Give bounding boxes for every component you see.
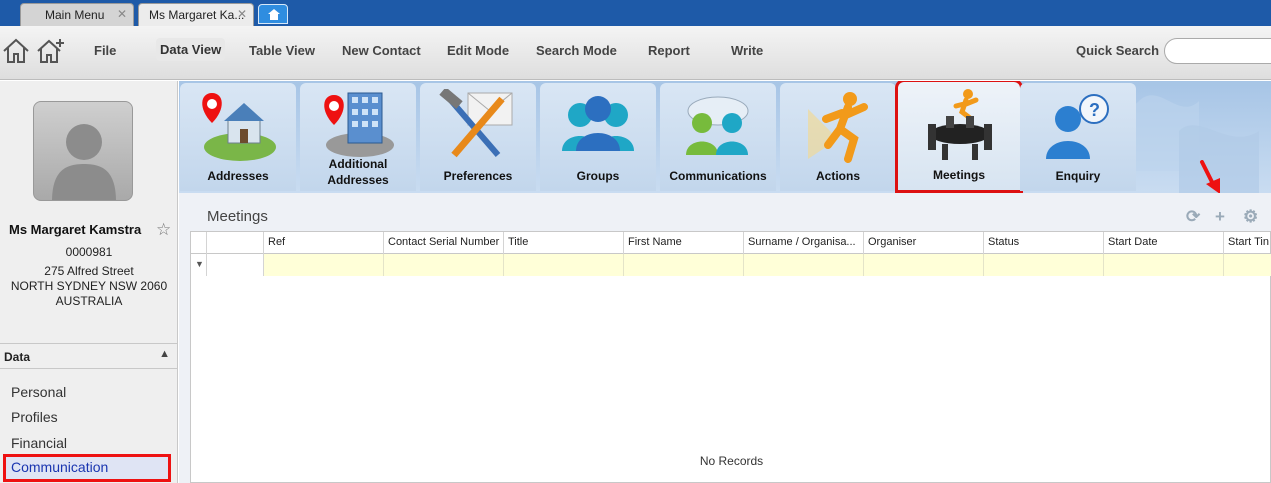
filter-cell-ref[interactable] <box>264 254 384 276</box>
column-header-surname[interactable]: Surname / Organisa... <box>744 232 864 254</box>
chevron-up-icon[interactable]: ▲ <box>159 348 170 360</box>
filter-select-cell <box>207 254 264 276</box>
menu-new-contact[interactable]: New Contact <box>342 43 421 58</box>
tab-main-menu-label: Main Menu <box>45 8 105 22</box>
menu-table-view[interactable]: Table View <box>249 43 315 58</box>
tab-contact-label: Ms Margaret Ka... <box>149 8 245 22</box>
sidebar-item-communication[interactable]: Communication <box>3 454 171 482</box>
person-silhouette-icon <box>52 124 116 200</box>
data-section-title: Data <box>4 350 31 364</box>
close-icon[interactable]: ✕ <box>117 7 127 21</box>
contact-country: AUSTRALIA <box>55 294 123 308</box>
meetings-grid: Ref Contact Serial Number Title First Na… <box>190 231 1271 483</box>
preferences-icon <box>439 89 513 158</box>
home-icon[interactable] <box>2 38 30 64</box>
avatar[interactable] <box>33 101 133 201</box>
module-additional-addresses[interactable]: Additional Addresses <box>300 83 416 191</box>
menu-search-mode[interactable]: Search Mode <box>536 43 617 58</box>
filter-row: ▼ <box>191 254 1271 276</box>
menu-edit-mode[interactable]: Edit Mode <box>447 43 509 58</box>
star-icon[interactable]: ☆ <box>156 220 171 240</box>
menu-data-view[interactable]: Data View <box>156 38 226 61</box>
column-header-title[interactable]: Title <box>504 232 624 254</box>
contact-name: Ms Margaret Kamstra <box>9 222 142 237</box>
column-header-contact-serial-number[interactable]: Contact Serial Number <box>384 232 504 254</box>
contact-address-line2: NORTH SYDNEY NSW 2060 <box>10 279 168 293</box>
filter-cell-title[interactable] <box>504 254 624 276</box>
column-header-start-date[interactable]: Start Date <box>1104 232 1224 254</box>
window-tab-strip: Main Menu ✕ Ms Margaret Ka... ✕ <box>0 0 1271 26</box>
module-ribbon: Addresses Additional Addresses Preferenc… <box>179 81 1271 193</box>
module-label: Preferences <box>443 169 513 183</box>
main-toolbar: File Data View Table View New Contact Ed… <box>0 26 1271 80</box>
module-label: Communications <box>669 169 767 183</box>
menu-write[interactable]: Write <box>731 43 763 58</box>
module-meetings[interactable]: Meetings <box>895 81 1023 193</box>
module-label: Meetings <box>932 168 985 182</box>
module-groups[interactable]: Groups <box>540 83 656 191</box>
sidebar-item-profiles[interactable]: Profiles <box>11 409 58 425</box>
module-addresses[interactable]: Addresses <box>180 83 296 191</box>
tab-main-menu[interactable]: Main Menu ✕ <box>20 3 134 26</box>
menu-file[interactable]: File <box>94 43 116 58</box>
communications-icon <box>686 96 749 155</box>
additional-addresses-icon <box>324 92 394 157</box>
column-header-first-name[interactable]: First Name <box>624 232 744 254</box>
data-section-header[interactable]: Data ▲ <box>0 343 178 369</box>
module-label-line2: Addresses <box>327 173 389 187</box>
filter-cell-first-name[interactable] <box>624 254 744 276</box>
module-label: Groups <box>576 169 620 183</box>
column-header-start-time[interactable]: Start Tin <box>1224 232 1271 254</box>
module-communications[interactable]: Communications <box>660 83 776 191</box>
meetings-panel: Meetings ⟳ + ⚙ Ref Contact Serial Number… <box>179 193 1271 483</box>
module-label: Actions <box>815 169 860 183</box>
empty-state-text: No Records <box>699 454 764 468</box>
menu-report[interactable]: Report <box>648 43 690 58</box>
filter-cell-contact-serial-number[interactable] <box>384 254 504 276</box>
contact-address-line1: 275 Alfred Street <box>44 264 134 278</box>
groups-icon <box>562 96 634 151</box>
tab-contact[interactable]: Ms Margaret Ka... ✕ <box>138 3 254 26</box>
filter-cell-start-time[interactable] <box>1224 254 1271 276</box>
add-icon[interactable]: + <box>1215 207 1225 227</box>
refresh-icon[interactable]: ⟳ <box>1186 207 1200 227</box>
module-label-line1: Additional <box>328 157 388 171</box>
module-preferences[interactable]: Preferences <box>420 83 536 191</box>
gear-icon[interactable]: ⚙ <box>1243 207 1258 227</box>
sidebar-item-personal[interactable]: Personal <box>11 384 66 400</box>
column-header-ref[interactable]: Ref <box>264 232 384 254</box>
filter-cell-surname[interactable] <box>744 254 864 276</box>
filter-cell-status[interactable] <box>984 254 1104 276</box>
filter-cell-organiser[interactable] <box>864 254 984 276</box>
contact-sidebar: Ms Margaret Kamstra ☆ 0000981 275 Alfred… <box>0 81 178 483</box>
filter-icon[interactable]: ▼ <box>191 254 207 276</box>
enquiry-icon: ? <box>1046 94 1109 159</box>
module-label: Addresses <box>207 169 269 183</box>
grid-select-col <box>207 232 264 254</box>
home-tab-button[interactable] <box>258 4 288 24</box>
svg-text:?: ? <box>1089 100 1100 120</box>
module-label: Additional Addresses <box>300 156 416 188</box>
column-header-status[interactable]: Status <box>984 232 1104 254</box>
column-header-organiser[interactable]: Organiser <box>864 232 984 254</box>
filter-cell-start-date[interactable] <box>1104 254 1224 276</box>
quick-search-input[interactable] <box>1164 38 1271 64</box>
sidebar-item-financial[interactable]: Financial <box>11 435 67 451</box>
module-label: Enquiry <box>1055 169 1101 183</box>
home-icon <box>268 9 280 20</box>
module-actions[interactable]: Actions <box>780 83 896 191</box>
grid-header: Ref Contact Serial Number Title First Na… <box>191 232 1270 254</box>
grid-indicator-col <box>191 232 207 254</box>
panel-title: Meetings <box>207 208 268 225</box>
quick-search-label: Quick Search <box>1076 43 1160 58</box>
contact-serial: 0000981 <box>65 245 113 259</box>
addresses-icon <box>202 93 276 161</box>
module-enquiry[interactable]: ? Enquiry <box>1020 83 1136 191</box>
meetings-icon <box>928 89 992 160</box>
add-home-icon[interactable] <box>36 38 66 64</box>
close-icon[interactable]: ✕ <box>237 7 247 21</box>
actions-icon <box>808 92 868 163</box>
